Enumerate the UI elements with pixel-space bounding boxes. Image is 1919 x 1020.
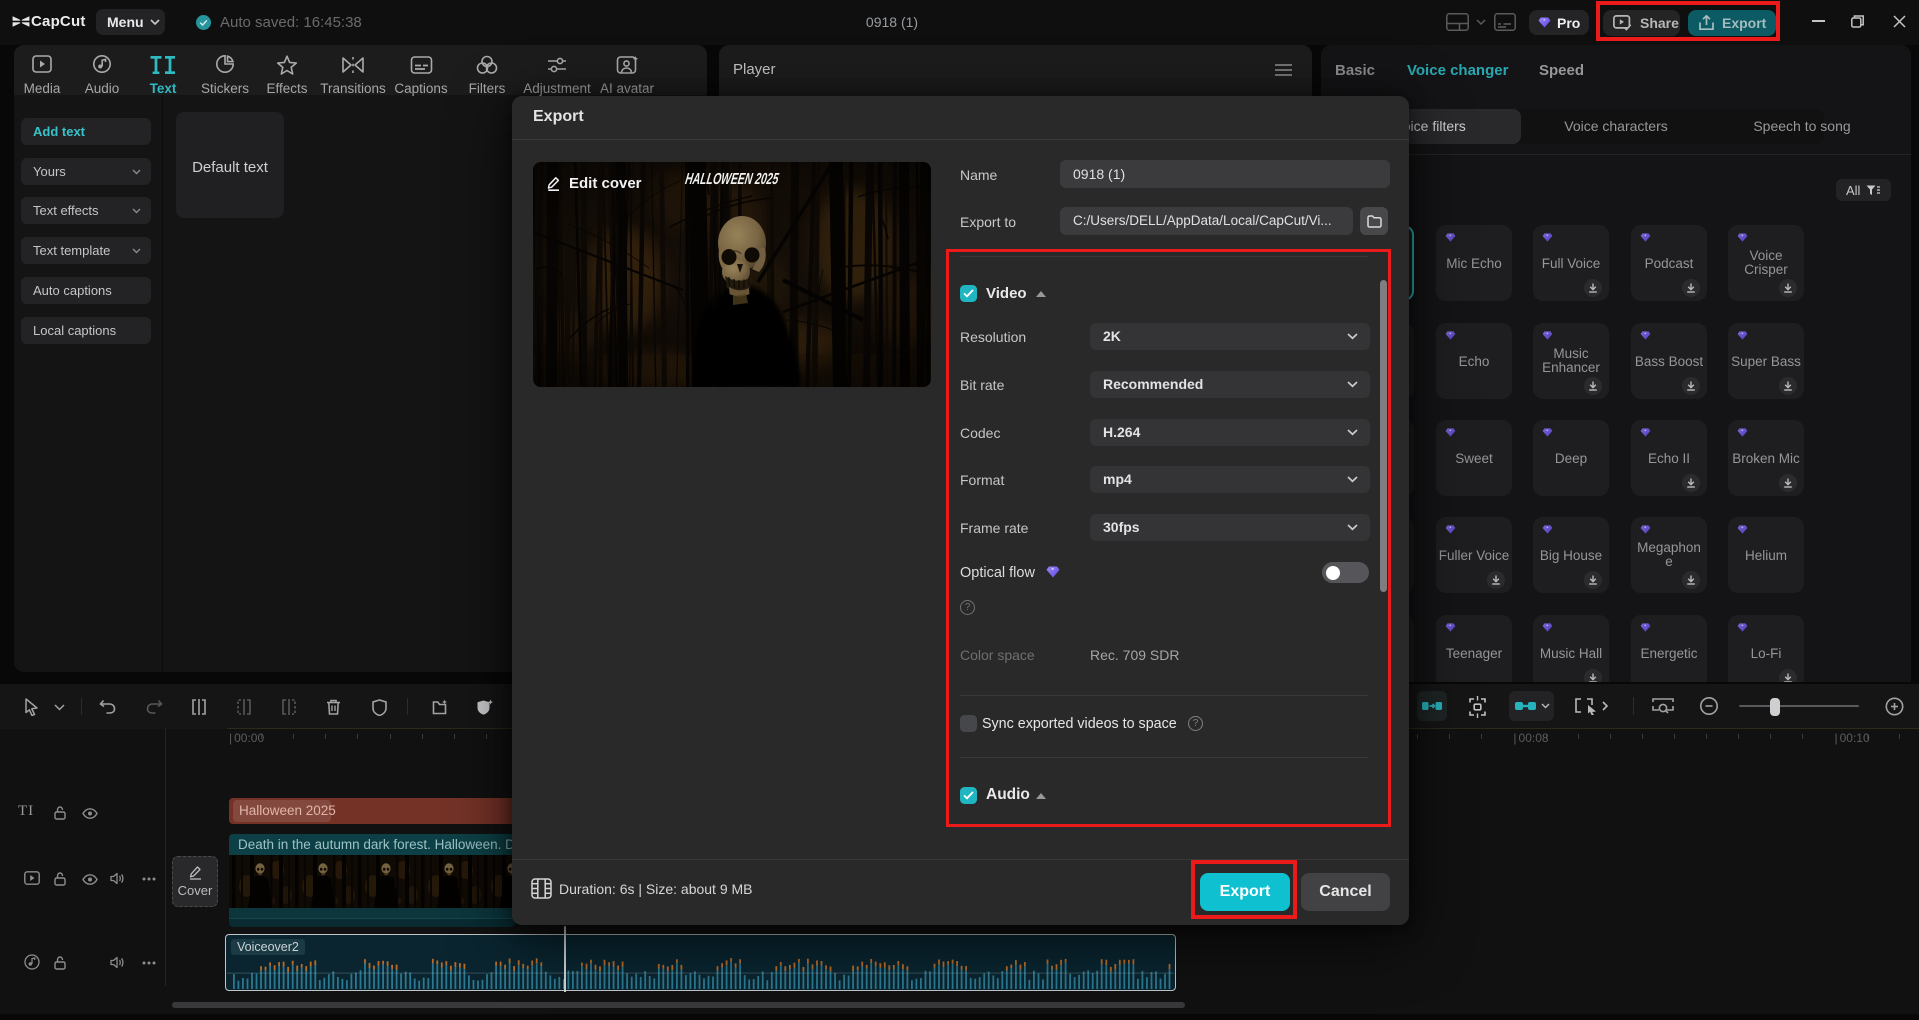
svg-text:HALLOWEEN 2025: HALLOWEEN 2025 (684, 170, 781, 188)
